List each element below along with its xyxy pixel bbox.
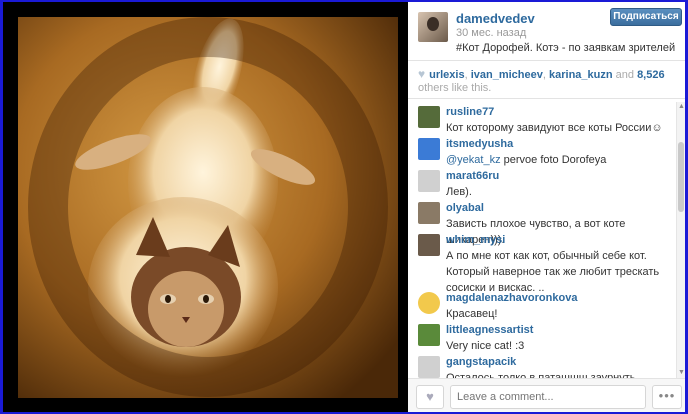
scroll-down-arrow-icon[interactable]: ▼ — [678, 369, 685, 377]
comment-list: rusline77 Кот которому завидуют все коты… — [408, 102, 673, 378]
commenter-avatar[interactable] — [418, 324, 440, 346]
commenter-avatar[interactable] — [418, 170, 440, 192]
post-photo[interactable] — [18, 17, 398, 398]
commenter-username[interactable]: olyabal — [446, 202, 484, 214]
author-username[interactable]: damedvedev — [456, 11, 535, 26]
comment-text: Осталось толко в паташшш заурнуть — [446, 372, 636, 378]
post-caption: #Кот Дорофей. Котэ - по заявкам зрителей — [456, 42, 676, 54]
comment-text: А по мне кот как кот, обычный себе кот. … — [446, 250, 660, 294]
cat-photo-image — [18, 17, 398, 398]
commenter-avatar[interactable] — [418, 234, 440, 256]
comment-body: pervoe foto Dorofeya — [500, 154, 607, 166]
commenter-username[interactable]: whim_mysi — [446, 234, 505, 246]
liker-link[interactable]: karina_kuzn — [549, 69, 613, 81]
author-avatar[interactable] — [418, 12, 448, 42]
comment-input[interactable] — [450, 385, 646, 409]
ellipsis-icon: ••• — [658, 388, 676, 403]
post-header: damedvedev 30 мес. назад #Кот Дорофей. К… — [408, 2, 685, 60]
post-timestamp: 30 мес. назад — [456, 27, 527, 39]
liker-link[interactable]: urlexis — [429, 69, 464, 81]
commenter-username[interactable]: littleagnessartist — [446, 324, 533, 336]
commenter-username[interactable]: itsmedyusha — [446, 138, 513, 150]
comment-text: Красавец! — [446, 308, 498, 320]
commenter-avatar[interactable] — [418, 292, 440, 314]
commenter-avatar[interactable] — [418, 202, 440, 224]
divider — [408, 98, 685, 99]
commenter-username[interactable]: magdalenazhavoronkova — [446, 292, 577, 304]
heart-icon: ♥ — [418, 67, 426, 81]
commenter-avatar[interactable] — [418, 138, 440, 160]
scrollbar-thumb[interactable] — [678, 142, 684, 212]
like-button[interactable]: ♥ — [416, 385, 444, 409]
comment-text: @yekat_kz pervoe foto Dorofeya — [446, 152, 668, 168]
likes-and: and — [612, 69, 638, 81]
commenter-username[interactable]: marat66ru — [446, 170, 499, 182]
scroll-up-arrow-icon[interactable]: ▲ — [678, 103, 685, 111]
mention-link[interactable]: @yekat_kz — [446, 154, 501, 166]
follow-button[interactable]: Подписаться — [610, 8, 682, 26]
comment-text: Кот которому завидуют все коты России☺ — [446, 122, 663, 134]
photo-pane — [3, 2, 408, 412]
comment-text: Very nice cat! :3 — [446, 340, 525, 352]
likes-summary: ♥ urlexis, ivan_micheev, karina_kuzn and … — [418, 68, 676, 95]
comment-footer: ♥ ••• — [408, 378, 685, 412]
divider — [408, 60, 685, 61]
post-sidebar: damedvedev 30 мес. назад #Кот Дорофей. К… — [408, 2, 685, 412]
commenter-username[interactable]: gangstapacik — [446, 356, 516, 368]
commenter-avatar[interactable] — [418, 106, 440, 128]
heart-icon: ♥ — [426, 389, 434, 404]
likes-count-link[interactable]: 8,526 — [637, 69, 665, 81]
comment-text: Лев). — [446, 186, 472, 198]
more-options-button[interactable]: ••• — [652, 385, 682, 409]
likes-suffix: others like this. — [418, 82, 492, 94]
commenter-avatar[interactable] — [418, 356, 440, 378]
comments-scrollbar[interactable]: ▲ ▼ — [676, 102, 685, 378]
commenter-username[interactable]: rusline77 — [446, 106, 494, 118]
liker-link[interactable]: ivan_micheev — [471, 69, 543, 81]
